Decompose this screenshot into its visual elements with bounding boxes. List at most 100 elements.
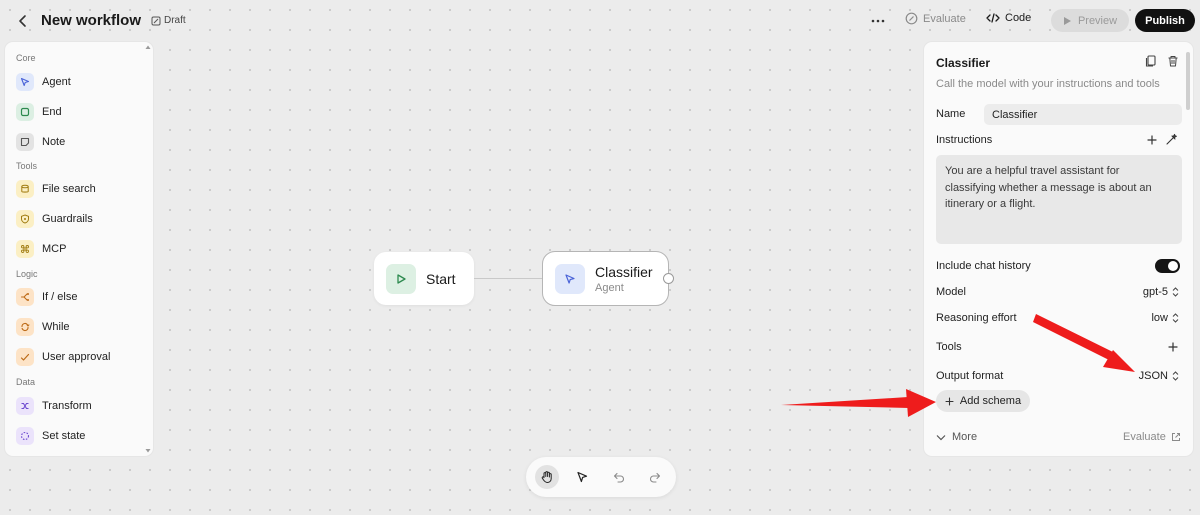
preview-label: Preview	[1077, 14, 1118, 27]
name-input[interactable]	[984, 104, 1182, 125]
instructions-textarea[interactable]: You are a helpful travel assistant for c…	[936, 155, 1182, 244]
reasoning-value: low	[1151, 312, 1168, 324]
palette-item-label: If / else	[42, 291, 78, 303]
output-format-value: JSON	[1138, 370, 1168, 382]
output-port[interactable]	[663, 273, 674, 284]
panel-evaluate-label: Evaluate	[1123, 431, 1166, 443]
stop-square-icon	[16, 103, 34, 121]
section-tools: Tools	[16, 161, 38, 171]
code-button[interactable]: Code	[986, 12, 1031, 24]
palette-item-set-state[interactable]: Set state	[16, 426, 85, 446]
evaluate-button[interactable]: Evaluate	[905, 12, 966, 25]
hand-tool-icon[interactable]	[535, 465, 559, 489]
palette-item-while[interactable]: While	[16, 317, 70, 337]
panel-evaluate-link[interactable]: Evaluate	[1123, 431, 1181, 443]
chevron-down-icon	[936, 434, 946, 441]
chat-history-label: Include chat history	[936, 260, 1031, 272]
palette-item-mcp[interactable]: MCP	[16, 239, 66, 259]
palette-item-label: Set state	[42, 430, 86, 442]
palette-item-label: File search	[42, 183, 96, 195]
more-label: More	[952, 431, 978, 443]
section-data: Data	[16, 377, 36, 387]
palette-item-label: MCP	[42, 243, 67, 255]
loop-icon	[16, 318, 34, 336]
duplicate-icon[interactable]	[1144, 54, 1158, 68]
palette-item-guardrails[interactable]: Guardrails	[16, 209, 93, 229]
dashed-circle-icon	[16, 427, 34, 445]
preview-button[interactable]: Preview	[1051, 9, 1129, 32]
tools-label: Tools	[936, 341, 962, 353]
model-label: Model	[936, 286, 966, 298]
chevron-up-down-icon	[1172, 371, 1179, 381]
panel-description: Call the model with your instructions an…	[936, 78, 1160, 90]
plus-icon	[945, 396, 954, 406]
start-node-label: Start	[426, 270, 456, 287]
draft-label: Draft	[164, 15, 186, 26]
palette-item-end[interactable]: End	[16, 102, 62, 122]
play-icon	[1063, 16, 1072, 26]
output-format-label: Output format	[936, 370, 1004, 382]
plus-icon[interactable]	[1146, 134, 1158, 146]
add-schema-button[interactable]: Add schema	[936, 390, 1030, 412]
shuffle-icon	[16, 397, 34, 415]
workflow-title[interactable]: New workflow	[41, 12, 141, 29]
palette-item-agent[interactable]: Agent	[16, 72, 71, 92]
start-node[interactable]: Start	[374, 252, 474, 305]
model-select[interactable]: gpt-5	[1143, 286, 1179, 298]
node-palette: Core Agent End Note Tools File search Gu…	[5, 42, 153, 456]
palette-item-transform[interactable]: Transform	[16, 396, 92, 416]
shield-icon	[16, 210, 34, 228]
back-arrow-icon[interactable]	[14, 12, 32, 30]
reasoning-label: Reasoning effort	[936, 312, 1017, 324]
top-bar: New workflow Draft Evaluate Code Preview…	[0, 0, 1200, 42]
code-label: Code	[1005, 12, 1032, 24]
palette-item-user-approval[interactable]: User approval	[16, 347, 110, 367]
reasoning-select[interactable]: low	[1151, 312, 1179, 324]
magic-wand-icon[interactable]	[1164, 133, 1178, 147]
panel-scrollbar[interactable]	[1186, 52, 1190, 110]
palette-scrollbar[interactable]	[145, 44, 151, 454]
palette-item-label: Transform	[42, 400, 92, 412]
approval-icon	[16, 348, 34, 366]
database-icon	[16, 180, 34, 198]
node-connector	[474, 278, 542, 279]
palette-item-label: Note	[42, 136, 66, 148]
chevron-up-down-icon	[1172, 287, 1179, 297]
output-format-select[interactable]: JSON	[1139, 370, 1179, 382]
classifier-node-type: Agent	[595, 281, 624, 294]
more-toggle[interactable]: More	[936, 431, 977, 443]
evaluate-label: Evaluate	[923, 12, 966, 25]
palette-item-note[interactable]: Note	[16, 132, 65, 152]
add-tool-icon[interactable]	[1167, 341, 1179, 353]
draft-status: Draft	[151, 15, 186, 26]
branch-icon	[16, 288, 34, 306]
publish-button[interactable]: Publish	[1135, 9, 1195, 32]
section-logic: Logic	[16, 269, 38, 279]
chat-history-toggle[interactable]	[1155, 259, 1180, 273]
code-icon	[986, 12, 1000, 24]
section-core: Core	[16, 53, 36, 63]
add-schema-label: Add schema	[959, 395, 1022, 407]
more-options-icon[interactable]	[869, 13, 887, 29]
play-icon	[386, 263, 416, 294]
palette-item-label: Agent	[42, 76, 71, 88]
classifier-node-label: Classifier	[595, 263, 653, 280]
name-label: Name	[936, 108, 966, 120]
pointer-tool-icon[interactable]	[570, 465, 594, 489]
model-value: gpt-5	[1142, 286, 1168, 298]
delete-icon[interactable]	[1166, 54, 1180, 68]
panel-title: Classifier	[936, 56, 991, 70]
external-link-icon	[1171, 432, 1181, 442]
command-icon	[16, 240, 34, 258]
classifier-node[interactable]: Classifier Agent	[542, 251, 669, 306]
evaluate-icon	[905, 12, 918, 25]
palette-item-if-else[interactable]: If / else	[16, 287, 77, 307]
undo-icon[interactable]	[607, 465, 631, 489]
cursor-icon	[555, 263, 585, 294]
canvas-toolbar	[526, 457, 676, 497]
note-icon	[16, 133, 34, 151]
cursor-icon	[16, 73, 34, 91]
chevron-up-down-icon	[1172, 313, 1179, 323]
redo-icon[interactable]	[643, 465, 667, 489]
palette-item-file-search[interactable]: File search	[16, 179, 96, 199]
